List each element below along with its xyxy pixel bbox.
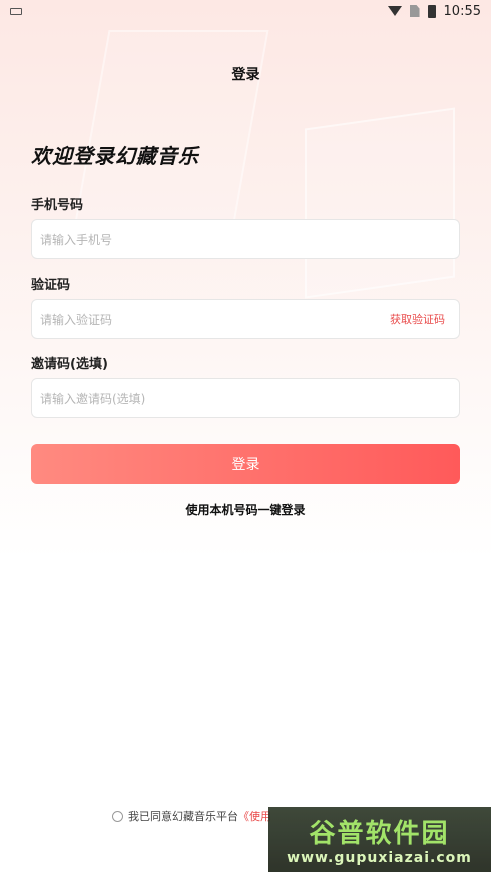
watermark-url: www.gupuxiazai.com (287, 850, 472, 866)
watermark: 谷普软件园 www.gupuxiazai.com (268, 807, 491, 872)
invite-placeholder: 请输入邀请码(选填) (40, 391, 146, 406)
status-time: 10:55 (443, 3, 481, 19)
wifi-icon (387, 6, 402, 16)
page-title: 登录 (231, 67, 260, 83)
agreement-radio[interactable] (112, 810, 123, 822)
invite-label: 邀请码(选填) (31, 357, 108, 372)
code-input[interactable]: 请输入验证码 获取验证码 (31, 299, 460, 339)
get-code-button[interactable]: 获取验证码 (390, 311, 451, 327)
agreement-row: 我已同意幻藏音乐平台 《使用 (112, 808, 271, 824)
battery-icon (427, 4, 436, 18)
phone-label: 手机号码 (31, 198, 84, 213)
watermark-title: 谷普软件园 (309, 819, 450, 849)
background-cube (305, 107, 455, 299)
keyboard-icon (10, 7, 22, 15)
phone-input[interactable]: 请输入手机号 (31, 219, 460, 259)
login-button[interactable]: 登录 (31, 444, 460, 484)
agreement-link[interactable]: 《使用 (238, 808, 271, 824)
invite-input[interactable]: 请输入邀请码(选填) (31, 378, 460, 418)
code-placeholder: 请输入验证码 (40, 312, 113, 327)
background-shape (71, 30, 269, 240)
welcome-heading: 欢迎登录幻藏音乐 (31, 144, 199, 168)
sim-icon (409, 5, 420, 17)
one-key-login-link[interactable]: 使用本机号码一键登录 (0, 501, 491, 518)
agreement-text: 我已同意幻藏音乐平台 (128, 810, 238, 823)
code-label: 验证码 (31, 278, 71, 293)
phone-placeholder: 请输入手机号 (40, 232, 113, 247)
status-bar: 10:55 (0, 0, 491, 22)
